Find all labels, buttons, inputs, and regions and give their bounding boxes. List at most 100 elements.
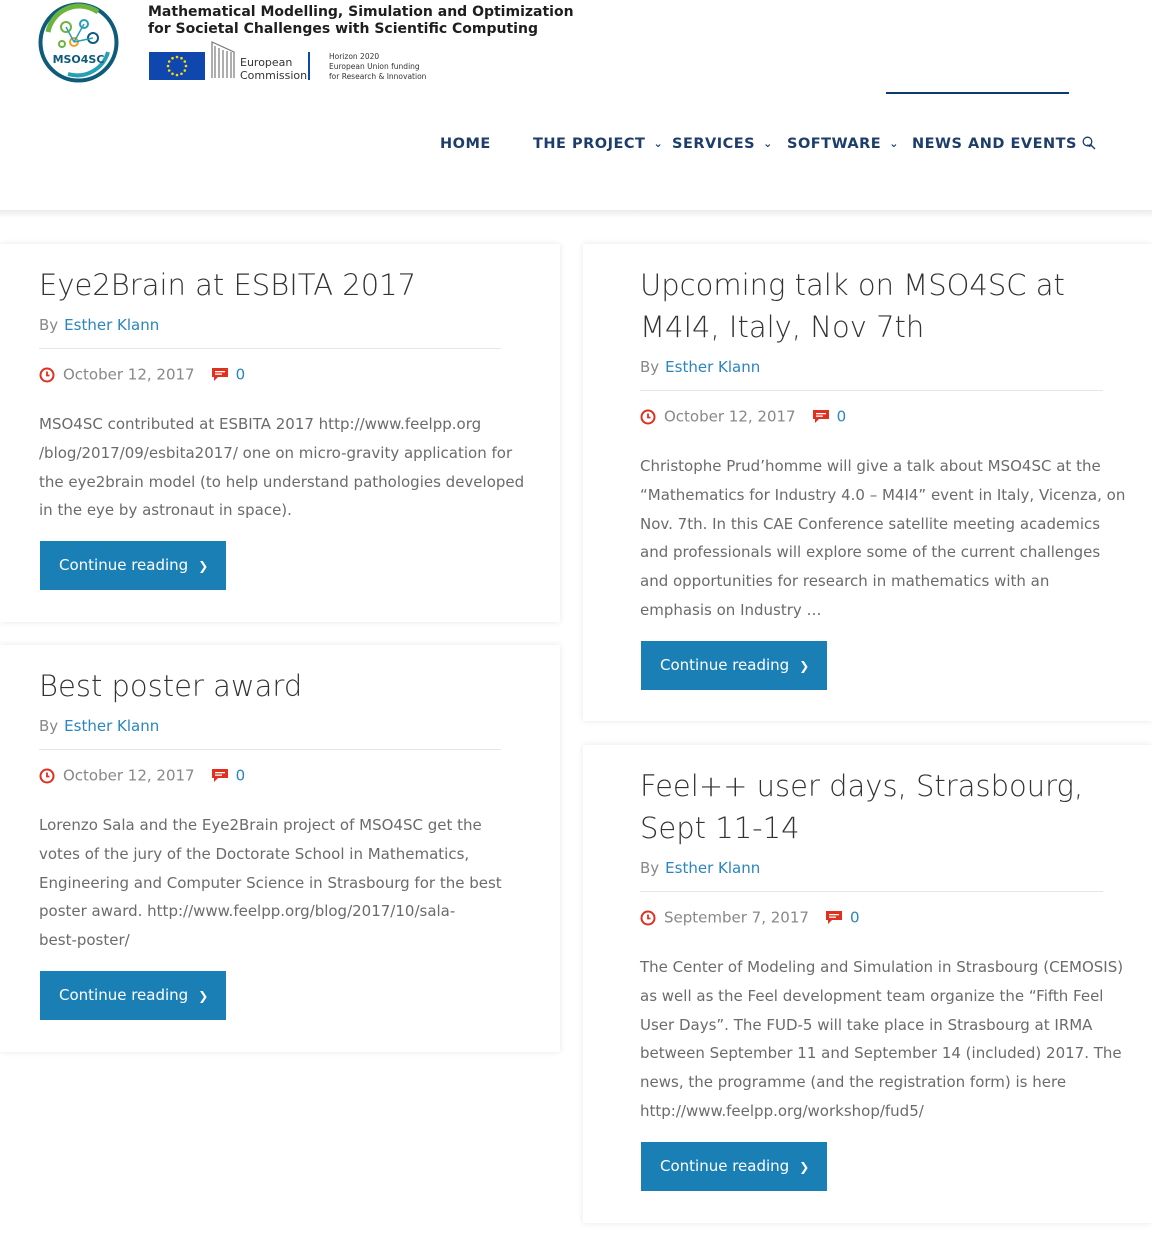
clock-icon [640, 910, 656, 925]
post-card: Upcoming talk on MSO4SC at M4I4, Italy, … [583, 244, 1152, 721]
clock-icon [640, 409, 656, 424]
excerpt-line: The Center of Modeling and Simulation in… [640, 958, 1124, 976]
chevron-right-icon: ❯ [799, 1160, 810, 1174]
post-meta: October 12, 2017 0 [640, 406, 846, 426]
excerpt-line: and professionals will explore some of t… [640, 543, 1101, 562]
post-title-line: Feel++ user days, Strasbourg, [640, 769, 1084, 803]
author-link[interactable]: Esther Klann [665, 358, 760, 376]
post-title-line: Sept 11-14 [640, 811, 800, 845]
author-link[interactable]: Esther Klann [665, 859, 760, 877]
nav-item-news-and-events[interactable]: NEWS AND EVENTS ⌄ [912, 133, 1095, 156]
european-commission-text: European Commission [240, 56, 307, 82]
divider [39, 348, 501, 349]
excerpt-line: MSO4SC contributed at ESBITA 2017 http:/… [39, 415, 482, 433]
post-byline: By Esther Klann [640, 358, 760, 376]
excerpt-line: /blog/2017/09/esbita2017/ one on micro-g… [39, 443, 513, 462]
nav-item-label: SERVICES [672, 136, 756, 152]
post-title[interactable]: Best poster award [39, 665, 302, 707]
nav-item-home[interactable]: HOME [440, 133, 491, 155]
by-label: By [39, 717, 59, 735]
mso4sc-logo[interactable]: MSO4SC [38, 2, 119, 83]
chevron-right-icon: ❯ [198, 989, 209, 1003]
nav-item-label: NEWS AND EVENTS [912, 136, 1077, 152]
post-excerpt: Christophe Prud’homme will give a talk a… [640, 452, 1125, 625]
chevron-right-icon: ❯ [799, 659, 810, 673]
post-title-line: M4I4, Italy, Nov 7th [640, 310, 925, 344]
comment-count[interactable]: 0 [236, 767, 246, 785]
project-title: Mathematical Modelling, Simulation and O… [148, 4, 598, 38]
comment-icon[interactable] [211, 768, 229, 783]
post-title-line: Eye2Brain at ESBITA 2017 [39, 268, 417, 302]
post-date: October 12, 2017 [63, 365, 195, 384]
nav-item-the-project[interactable]: THE PROJECT ⌄ [533, 133, 663, 156]
post-card: Eye2Brain at ESBITA 2017 By Esther Klann … [0, 244, 560, 622]
continue-reading-button[interactable]: Continue reading ❯ [40, 971, 226, 1020]
post-byline: By Esther Klann [640, 859, 760, 877]
post-excerpt: MSO4SC contributed at ESBITA 2017 http:/… [39, 410, 524, 525]
comment-icon[interactable] [812, 409, 830, 424]
excerpt-line: emphasis on Industry … [640, 600, 822, 619]
post-title-line: Upcoming talk on MSO4SC at [640, 268, 1065, 302]
nav-item-label: HOME [440, 136, 491, 152]
post-title[interactable]: Feel++ user days, Strasbourg, Sept 11-14 [640, 765, 1083, 849]
commission-building-icon [211, 41, 235, 78]
excerpt-line: http://www.feelpp.org/workshop/fud5/ [640, 1101, 924, 1120]
clock-icon [39, 367, 55, 382]
comment-count[interactable]: 0 [837, 408, 847, 426]
chevron-down-icon: ⌄ [653, 137, 664, 150]
clock-icon [39, 768, 55, 783]
h2020-line-3: for Research & Innovation [329, 72, 427, 81]
excerpt-line: best-poster/ [39, 931, 130, 950]
nav-active-underline [886, 92, 1069, 94]
by-label: By [39, 316, 59, 334]
header-shadow [0, 210, 1152, 218]
button-label: Continue reading [59, 986, 189, 1004]
chevron-down-icon: ⌄ [763, 137, 773, 150]
excerpt-line: and opportunities for research in mathem… [640, 572, 1050, 591]
post-card: Feel++ user days, Strasbourg, Sept 11-14… [583, 745, 1152, 1223]
nav-item-label: THE PROJECT [533, 136, 646, 152]
post-byline: By Esther Klann [39, 717, 159, 735]
comment-count[interactable]: 0 [236, 366, 246, 384]
button-label: Continue reading [660, 656, 790, 674]
excerpt-line: news, the programme (and the registratio… [640, 1073, 1067, 1092]
excerpt-line: between September 11 and September 14 (i… [640, 1044, 1122, 1063]
continue-reading-button[interactable]: Continue reading ❯ [641, 641, 827, 690]
post-card: Best poster award By Esther Klann October… [0, 645, 560, 1052]
comment-icon[interactable] [211, 367, 229, 382]
author-link[interactable]: Esther Klann [64, 316, 159, 334]
divider [640, 891, 1103, 892]
eu-commission-line-1: European [240, 56, 293, 69]
post-date: October 12, 2017 [664, 407, 796, 426]
post-date: September 7, 2017 [664, 908, 809, 927]
comment-count[interactable]: 0 [850, 909, 860, 927]
post-meta: October 12, 2017 0 [39, 765, 245, 785]
author-link[interactable]: Esther Klann [64, 717, 159, 735]
post-excerpt: Lorenzo Sala and the Eye2Brain project o… [39, 811, 502, 955]
button-label: Continue reading [59, 556, 189, 574]
excerpt-line: votes of the jury of the Doctorate Schoo… [39, 844, 470, 863]
search-icon[interactable] [1082, 136, 1096, 150]
excerpt-line: as well as the Feel development team org… [640, 986, 1104, 1005]
eu-flag-icon [149, 52, 205, 80]
comment-icon[interactable] [825, 910, 843, 925]
post-title[interactable]: Upcoming talk on MSO4SC at M4I4, Italy, … [640, 264, 1065, 348]
project-title-line-1: Mathematical Modelling, Simulation and O… [148, 4, 574, 20]
excerpt-line: Engineering and Computer Science in Stra… [39, 873, 502, 892]
divider [640, 390, 1103, 391]
post-title[interactable]: Eye2Brain at ESBITA 2017 [39, 264, 416, 306]
continue-reading-button[interactable]: Continue reading ❯ [40, 541, 226, 590]
nav-item-software[interactable]: SOFTWARE ⌄ [787, 133, 899, 156]
excerpt-line: Lorenzo Sala and the Eye2Brain project o… [39, 816, 482, 834]
excerpt-line: the eye2brain model (to help understand … [39, 472, 525, 491]
excerpt-line: Christophe Prud’homme will give a talk a… [640, 457, 1101, 475]
excerpt-line: poster award. http://www.feelpp.org/blog… [39, 902, 456, 921]
button-label: Continue reading [660, 1157, 790, 1175]
eu-separator [308, 52, 310, 80]
by-label: By [640, 358, 660, 376]
nav-item-services[interactable]: SERVICES ⌄ [672, 133, 773, 156]
post-meta: September 7, 2017 0 [640, 907, 859, 927]
excerpt-line: in the eye by astronaut in space). [39, 501, 292, 520]
continue-reading-button[interactable]: Continue reading ❯ [641, 1142, 827, 1191]
excerpt-line: Nov. 7th. In this CAE Conference satelli… [640, 514, 1101, 533]
